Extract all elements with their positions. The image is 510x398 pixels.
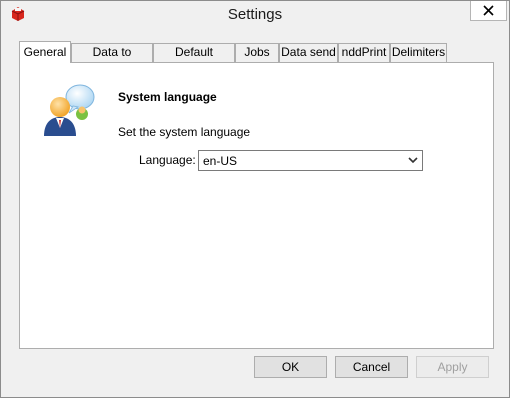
tab-jobs[interactable]: Jobs [235,43,279,62]
window-title: Settings [227,6,283,23]
chevron-down-icon[interactable] [407,154,419,166]
tab-data-send[interactable]: Data send [279,43,338,62]
ok-button[interactable]: OK [254,356,327,378]
title-bar[interactable]: Settings [1,1,509,31]
settings-window: Settings General Data to printers Defaul… [0,0,510,398]
tab-data-to-printers[interactable]: Data to printers [71,43,153,76]
language-label: Language: [139,153,196,167]
tab-general[interactable]: General [19,41,71,63]
tab-delimiters[interactable]: Delimiters [390,43,447,62]
language-select-value: en-US [203,154,238,168]
user-speech-bubble-icon [44,84,95,136]
general-tab-panel: System language Set the system language … [19,62,494,349]
cancel-button[interactable]: Cancel [335,356,408,378]
apply-button[interactable]: Apply [416,356,489,378]
tab-nddprint[interactable]: nddPrint [338,43,390,62]
close-button[interactable] [470,1,507,21]
section-title: System language [118,90,217,104]
close-icon [483,5,494,16]
section-description: Set the system language [118,125,251,139]
tab-default-domain[interactable]: Default domain [153,43,235,76]
language-select[interactable]: en-US [198,150,423,171]
